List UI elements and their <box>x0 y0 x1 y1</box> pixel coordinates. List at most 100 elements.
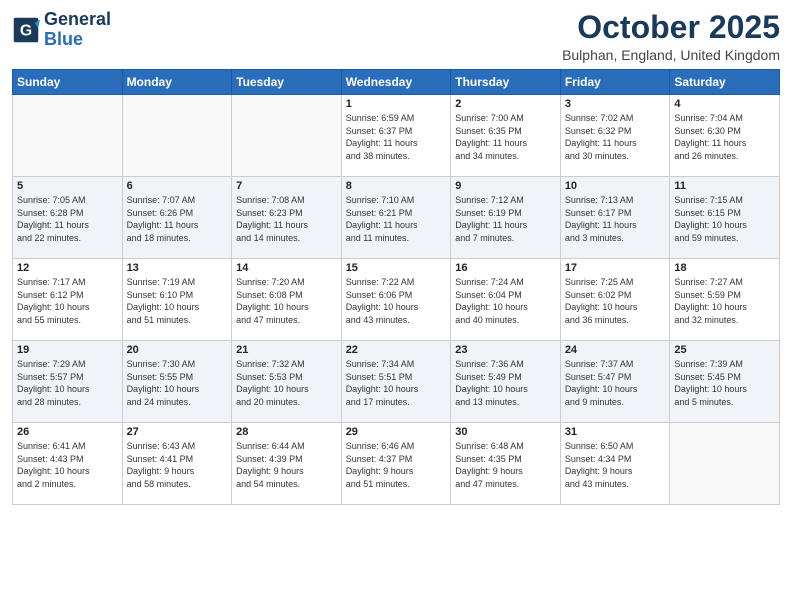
calendar-cell: 20 Sunrise: 7:30 AM Sunset: 5:55 PM Dayli… <box>122 341 232 423</box>
day-number: 24 <box>565 344 666 356</box>
calendar-cell: 24 Sunrise: 7:37 AM Sunset: 5:47 PM Dayli… <box>560 341 670 423</box>
day-number: 8 <box>346 180 447 192</box>
logo: G General Blue <box>12 10 111 50</box>
day-info: Sunrise: 7:25 AM Sunset: 6:02 PM Dayligh… <box>565 276 666 326</box>
day-info: Sunrise: 7:02 AM Sunset: 6:32 PM Dayligh… <box>565 112 666 162</box>
calendar-week-row: 26 Sunrise: 6:41 AM Sunset: 4:43 PM Dayli… <box>13 423 780 505</box>
day-number: 30 <box>455 426 556 438</box>
calendar-cell: 8 Sunrise: 7:10 AM Sunset: 6:21 PM Daylig… <box>341 177 451 259</box>
calendar-cell: 26 Sunrise: 6:41 AM Sunset: 4:43 PM Dayli… <box>13 423 123 505</box>
day-number: 10 <box>565 180 666 192</box>
day-info: Sunrise: 7:36 AM Sunset: 5:49 PM Dayligh… <box>455 358 556 408</box>
calendar-cell <box>122 95 232 177</box>
day-info: Sunrise: 7:32 AM Sunset: 5:53 PM Dayligh… <box>236 358 337 408</box>
weekday-header: Saturday <box>670 70 780 95</box>
calendar-week-row: 19 Sunrise: 7:29 AM Sunset: 5:57 PM Dayli… <box>13 341 780 423</box>
day-info: Sunrise: 7:10 AM Sunset: 6:21 PM Dayligh… <box>346 194 447 244</box>
day-info: Sunrise: 6:50 AM Sunset: 4:34 PM Dayligh… <box>565 440 666 490</box>
calendar-cell <box>13 95 123 177</box>
calendar-cell: 10 Sunrise: 7:13 AM Sunset: 6:17 PM Dayli… <box>560 177 670 259</box>
weekday-header: Tuesday <box>232 70 342 95</box>
title-block: October 2025 Bulphan, England, United Ki… <box>562 10 780 63</box>
page-container: G General Blue October 2025 Bulphan, Eng… <box>0 0 792 513</box>
day-number: 25 <box>674 344 775 356</box>
day-number: 4 <box>674 98 775 110</box>
day-number: 9 <box>455 180 556 192</box>
day-info: Sunrise: 7:37 AM Sunset: 5:47 PM Dayligh… <box>565 358 666 408</box>
day-info: Sunrise: 7:13 AM Sunset: 6:17 PM Dayligh… <box>565 194 666 244</box>
day-number: 12 <box>17 262 118 274</box>
calendar-cell: 15Sunrise: 7:22 AM Sunset: 6:06 PM Dayli… <box>341 259 451 341</box>
day-info: Sunrise: 6:59 AM Sunset: 6:37 PM Dayligh… <box>346 112 447 162</box>
month-title: October 2025 <box>562 10 780 45</box>
calendar-cell: 14 Sunrise: 7:20 AM Sunset: 6:08 PM Dayli… <box>232 259 342 341</box>
calendar-cell: 9 Sunrise: 7:12 AM Sunset: 6:19 PM Daylig… <box>451 177 561 259</box>
calendar-cell: 18 Sunrise: 7:27 AM Sunset: 5:59 PM Dayli… <box>670 259 780 341</box>
day-info: Sunrise: 7:07 AM Sunset: 6:26 PM Dayligh… <box>127 194 228 244</box>
calendar-cell: 22Sunrise: 7:34 AM Sunset: 5:51 PM Dayli… <box>341 341 451 423</box>
calendar-cell: 21 Sunrise: 7:32 AM Sunset: 5:53 PM Dayli… <box>232 341 342 423</box>
calendar-cell: 17Sunrise: 7:25 AM Sunset: 6:02 PM Dayli… <box>560 259 670 341</box>
day-number: 14 <box>236 262 337 274</box>
day-number: 18 <box>674 262 775 274</box>
weekday-header: Sunday <box>13 70 123 95</box>
day-info: Sunrise: 7:08 AM Sunset: 6:23 PM Dayligh… <box>236 194 337 244</box>
day-number: 26 <box>17 426 118 438</box>
day-info: Sunrise: 7:24 AM Sunset: 6:04 PM Dayligh… <box>455 276 556 326</box>
calendar-week-row: 1 Sunrise: 6:59 AM Sunset: 6:37 PM Daylig… <box>13 95 780 177</box>
location: Bulphan, England, United Kingdom <box>562 47 780 63</box>
calendar-cell: 23Sunrise: 7:36 AM Sunset: 5:49 PM Dayli… <box>451 341 561 423</box>
day-number: 16 <box>455 262 556 274</box>
calendar-cell: 5 Sunrise: 7:05 AM Sunset: 6:28 PM Daylig… <box>13 177 123 259</box>
day-number: 5 <box>17 180 118 192</box>
calendar-cell: 4Sunrise: 7:04 AM Sunset: 6:30 PM Daylig… <box>670 95 780 177</box>
svg-text:G: G <box>20 22 32 39</box>
day-number: 28 <box>236 426 337 438</box>
weekday-header: Thursday <box>451 70 561 95</box>
day-info: Sunrise: 7:39 AM Sunset: 5:45 PM Dayligh… <box>674 358 775 408</box>
day-number: 1 <box>346 98 447 110</box>
day-info: Sunrise: 6:41 AM Sunset: 4:43 PM Dayligh… <box>17 440 118 490</box>
day-info: Sunrise: 6:48 AM Sunset: 4:35 PM Dayligh… <box>455 440 556 490</box>
calendar-cell <box>670 423 780 505</box>
day-number: 3 <box>565 98 666 110</box>
calendar-cell: 11Sunrise: 7:15 AM Sunset: 6:15 PM Dayli… <box>670 177 780 259</box>
day-info: Sunrise: 7:20 AM Sunset: 6:08 PM Dayligh… <box>236 276 337 326</box>
day-info: Sunrise: 7:00 AM Sunset: 6:35 PM Dayligh… <box>455 112 556 162</box>
calendar-cell: 25 Sunrise: 7:39 AM Sunset: 5:45 PM Dayli… <box>670 341 780 423</box>
calendar-cell: 30 Sunrise: 6:48 AM Sunset: 4:35 PM Dayli… <box>451 423 561 505</box>
calendar-cell: 31 Sunrise: 6:50 AM Sunset: 4:34 PM Dayli… <box>560 423 670 505</box>
calendar-cell: 19 Sunrise: 7:29 AM Sunset: 5:57 PM Dayli… <box>13 341 123 423</box>
day-info: Sunrise: 7:17 AM Sunset: 6:12 PM Dayligh… <box>17 276 118 326</box>
weekday-header: Wednesday <box>341 70 451 95</box>
day-info: Sunrise: 7:34 AM Sunset: 5:51 PM Dayligh… <box>346 358 447 408</box>
calendar-cell: 16 Sunrise: 7:24 AM Sunset: 6:04 PM Dayli… <box>451 259 561 341</box>
day-info: Sunrise: 6:44 AM Sunset: 4:39 PM Dayligh… <box>236 440 337 490</box>
day-info: Sunrise: 7:29 AM Sunset: 5:57 PM Dayligh… <box>17 358 118 408</box>
calendar-cell: 29Sunrise: 6:46 AM Sunset: 4:37 PM Dayli… <box>341 423 451 505</box>
calendar-cell: 3 Sunrise: 7:02 AM Sunset: 6:32 PM Daylig… <box>560 95 670 177</box>
day-number: 2 <box>455 98 556 110</box>
weekday-header: Friday <box>560 70 670 95</box>
day-number: 21 <box>236 344 337 356</box>
calendar-week-row: 12 Sunrise: 7:17 AM Sunset: 6:12 PM Dayli… <box>13 259 780 341</box>
calendar-cell: 13Sunrise: 7:19 AM Sunset: 6:10 PM Dayli… <box>122 259 232 341</box>
day-number: 20 <box>127 344 228 356</box>
day-number: 19 <box>17 344 118 356</box>
calendar-cell: 2 Sunrise: 7:00 AM Sunset: 6:35 PM Daylig… <box>451 95 561 177</box>
day-info: Sunrise: 7:12 AM Sunset: 6:19 PM Dayligh… <box>455 194 556 244</box>
calendar-cell: 6Sunrise: 7:07 AM Sunset: 6:26 PM Daylig… <box>122 177 232 259</box>
day-number: 27 <box>127 426 228 438</box>
day-number: 31 <box>565 426 666 438</box>
calendar-cell: 12 Sunrise: 7:17 AM Sunset: 6:12 PM Dayli… <box>13 259 123 341</box>
day-info: Sunrise: 6:46 AM Sunset: 4:37 PM Dayligh… <box>346 440 447 490</box>
day-info: Sunrise: 7:05 AM Sunset: 6:28 PM Dayligh… <box>17 194 118 244</box>
header: G General Blue October 2025 Bulphan, Eng… <box>12 10 780 63</box>
calendar-header-row: SundayMondayTuesdayWednesdayThursdayFrid… <box>13 70 780 95</box>
day-number: 13 <box>127 262 228 274</box>
day-info: Sunrise: 7:27 AM Sunset: 5:59 PM Dayligh… <box>674 276 775 326</box>
weekday-header: Monday <box>122 70 232 95</box>
day-info: Sunrise: 7:22 AM Sunset: 6:06 PM Dayligh… <box>346 276 447 326</box>
day-info: Sunrise: 7:30 AM Sunset: 5:55 PM Dayligh… <box>127 358 228 408</box>
calendar-cell: 7Sunrise: 7:08 AM Sunset: 6:23 PM Daylig… <box>232 177 342 259</box>
